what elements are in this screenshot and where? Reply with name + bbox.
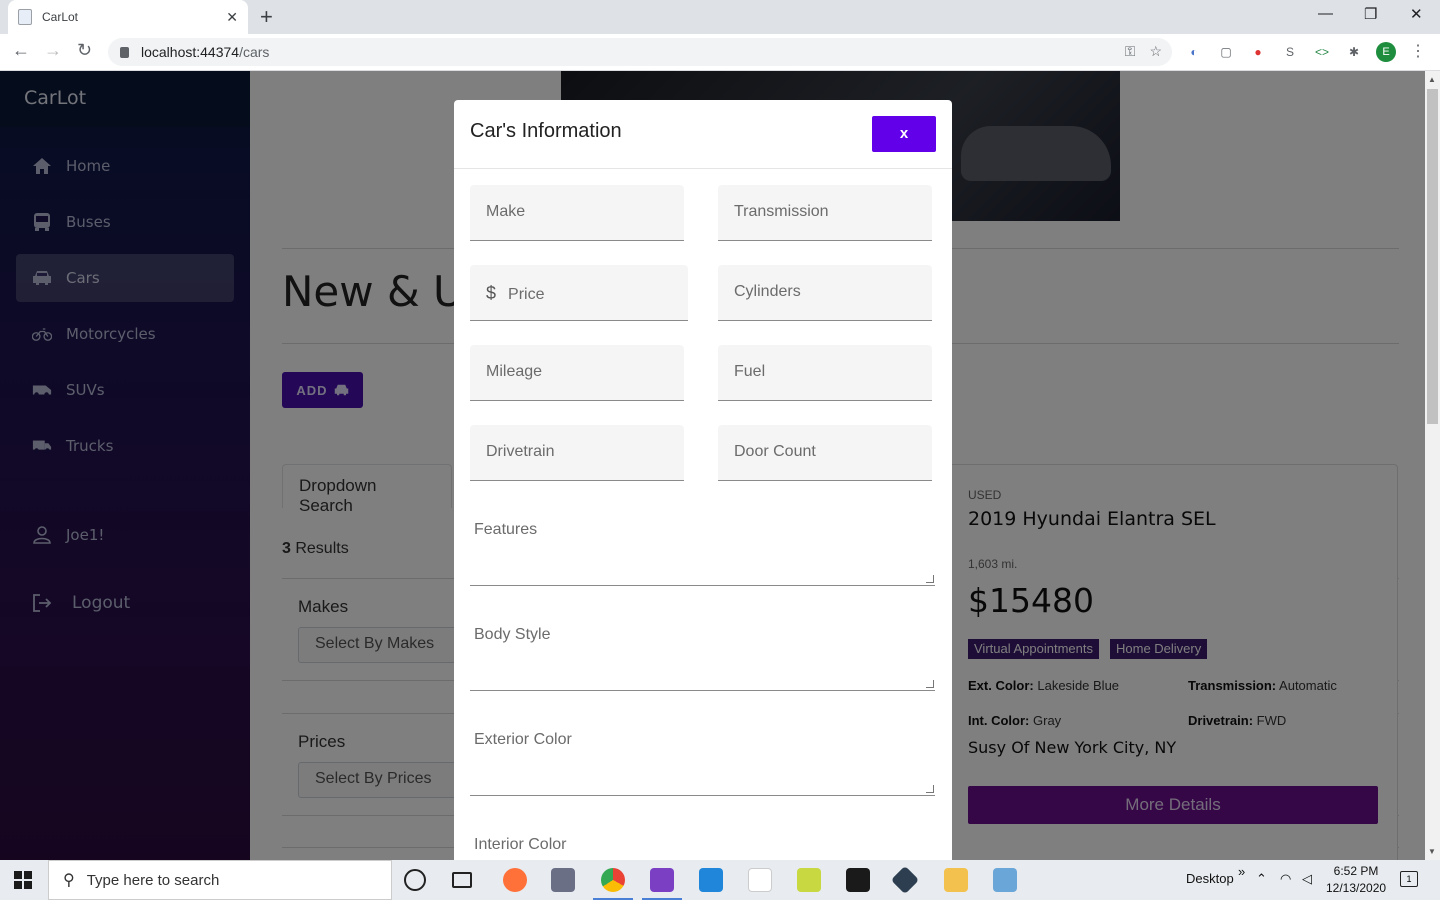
new-tab-icon[interactable]: + — [260, 4, 273, 30]
notification-icon[interactable]: 1 — [1400, 871, 1418, 887]
vscode-icon[interactable] — [699, 868, 723, 892]
firefox-icon[interactable] — [503, 868, 527, 892]
search-icon: ⚲ — [63, 872, 75, 889]
extension-2-icon[interactable]: ▢ — [1217, 43, 1235, 61]
chevron-icon[interactable]: » — [1238, 864, 1245, 879]
make-field[interactable]: Make — [470, 185, 684, 241]
desktop-toolbar[interactable]: Desktop — [1186, 871, 1234, 886]
app-icon[interactable] — [551, 868, 575, 892]
app-root: CarLot Home Buses Cars Motorcycles — [0, 71, 1425, 860]
sourcetree-icon[interactable] — [890, 865, 920, 895]
color-picker-icon[interactable]: ● — [1249, 43, 1267, 61]
modal-title: Car's Information — [470, 120, 622, 142]
cortana-icon[interactable] — [404, 869, 426, 891]
extension-s-icon[interactable]: S — [1281, 43, 1299, 61]
url-host: localhost:44374 — [141, 44, 240, 60]
task-view-icon[interactable] — [452, 872, 472, 888]
price-field[interactable]: $ Price — [470, 265, 688, 321]
extension-1-icon[interactable]: ◐ — [1185, 43, 1203, 61]
restore-icon[interactable]: ❐ — [1364, 5, 1377, 23]
favicon-icon — [18, 9, 32, 25]
back-icon[interactable]: ← — [12, 40, 30, 61]
window-close-icon[interactable]: ✕ — [1410, 5, 1423, 23]
scroll-down-icon[interactable]: ▼ — [1428, 847, 1436, 856]
modal-header: Car's Information x — [454, 100, 952, 169]
app-icon[interactable] — [797, 868, 821, 892]
mileage-field[interactable]: Mileage — [470, 345, 684, 401]
taskbar-search-placeholder: Type here to search — [86, 871, 220, 889]
drivetrain-field[interactable]: Drivetrain — [470, 425, 684, 481]
chrome-icon[interactable] — [593, 868, 633, 900]
windows-start-icon[interactable] — [14, 871, 32, 889]
visual-studio-icon[interactable] — [642, 868, 682, 900]
cylinders-field[interactable]: Cylinders — [718, 265, 932, 321]
star-icon[interactable]: ☆ — [1149, 43, 1162, 60]
browser-tab[interactable]: CarLot ✕ — [8, 0, 248, 34]
textarea-underline — [470, 795, 935, 796]
dollar-icon: $ — [486, 283, 497, 303]
resize-grip-icon[interactable] — [926, 575, 934, 583]
modal-close-button[interactable]: x — [872, 116, 936, 152]
time: 6:52 PM — [1333, 864, 1379, 878]
resize-grip-icon[interactable] — [926, 785, 934, 793]
network-icon[interactable]: ◠ — [1280, 871, 1291, 887]
textarea-underline — [470, 690, 935, 691]
date: 12/13/2020 — [1326, 881, 1387, 895]
volume-icon[interactable]: ◁ — [1302, 871, 1312, 887]
terminal-icon[interactable] — [846, 868, 870, 892]
door-count-field[interactable]: Door Count — [718, 425, 932, 481]
interior-color-textarea[interactable]: Interior Color — [474, 836, 566, 854]
url-path: /cars — [239, 44, 270, 60]
transmission-field[interactable]: Transmission — [718, 185, 932, 241]
tab-title: CarLot — [42, 10, 79, 24]
textarea-underline — [470, 585, 935, 586]
profile-avatar[interactable]: E — [1376, 42, 1396, 62]
mongodb-icon[interactable] — [748, 868, 772, 892]
app-icon[interactable] — [993, 868, 1017, 892]
taskbar-search[interactable]: ⚲ Type here to search — [48, 860, 392, 900]
tray-up-icon[interactable]: ⌃ — [1256, 871, 1267, 887]
browser-tab-bar: CarLot ✕ + — ❐ ✕ — [0, 0, 1440, 34]
code-extension-icon[interactable]: <> — [1313, 43, 1331, 61]
car-info-modal: Car's Information x Make Transmission $ P… — [454, 100, 952, 860]
scroll-thumb[interactable] — [1427, 89, 1438, 424]
file-explorer-icon[interactable] — [944, 868, 968, 892]
features-textarea[interactable]: Features — [474, 521, 537, 539]
clock[interactable]: 6:52 PM 12/13/2020 — [1326, 863, 1386, 897]
tab-close-icon[interactable]: ✕ — [226, 9, 238, 26]
exterior-color-textarea[interactable]: Exterior Color — [474, 731, 572, 749]
body-style-textarea[interactable]: Body Style — [474, 626, 550, 644]
forward-icon[interactable]: → — [44, 40, 62, 61]
price-label: Price — [508, 286, 545, 303]
taskbar: ⚲ Type here to search Desktop » ⌃ ◠ ◁ 6:… — [0, 860, 1440, 900]
fuel-field[interactable]: Fuel — [718, 345, 932, 401]
reload-icon[interactable]: ↻ — [77, 40, 92, 61]
lock-icon — [120, 46, 129, 58]
resize-grip-icon[interactable] — [926, 680, 934, 688]
scroll-up-icon[interactable]: ▲ — [1428, 75, 1436, 84]
menu-icon[interactable]: ⋮ — [1409, 43, 1427, 61]
page-scrollbar[interactable]: ▲ ▼ — [1425, 71, 1440, 860]
address-bar[interactable]: localhost:44374/cars ⚿ ☆ — [108, 38, 1172, 66]
key-icon[interactable]: ⚿ — [1125, 43, 1136, 60]
minimize-icon[interactable]: — — [1318, 5, 1333, 22]
puzzle-icon[interactable]: ✱ — [1345, 43, 1363, 61]
